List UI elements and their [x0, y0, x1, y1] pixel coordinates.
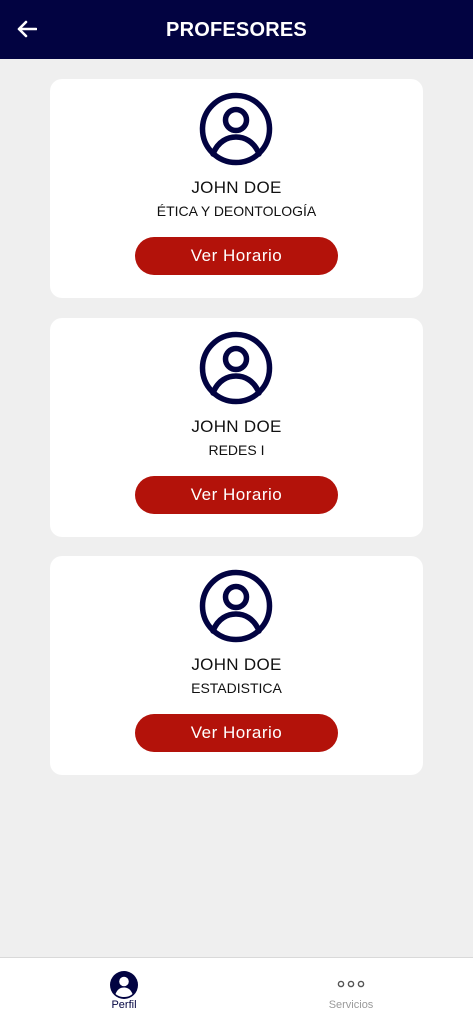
- professor-name: JOHN DOE: [191, 417, 282, 436]
- app-header: PROFESORES: [0, 0, 473, 59]
- course-name: ESTADISTICA: [191, 680, 282, 696]
- professor-card: JOHN DOE ÉTICA Y DEONTOLOGÍA Ver Horario: [50, 79, 423, 298]
- ver-horario-button[interactable]: Ver Horario: [135, 714, 338, 752]
- nav-label-perfil: Perfil: [111, 999, 137, 1011]
- page-title: PROFESORES: [166, 19, 307, 41]
- bottom-navigation: Perfil Servicios: [0, 957, 473, 1024]
- professor-card: JOHN DOE ESTADISTICA Ver Horario: [50, 556, 423, 775]
- user-circle-icon: [199, 92, 273, 166]
- arrow-left-icon: [17, 20, 37, 38]
- nav-item-perfil[interactable]: Perfil: [64, 958, 184, 1024]
- nav-label-servicios: Servicios: [328, 999, 374, 1011]
- professor-card: JOHN DOE REDES I Ver Horario: [50, 318, 423, 537]
- professor-name: JOHN DOE: [191, 655, 282, 674]
- back-button[interactable]: [14, 16, 40, 42]
- more-dots-icon: [337, 980, 365, 988]
- ver-horario-button[interactable]: Ver Horario: [135, 237, 338, 275]
- nav-item-servicios[interactable]: Servicios: [291, 958, 411, 1024]
- course-name: ÉTICA Y DEONTOLOGÍA: [156, 203, 317, 219]
- user-circle-icon: [199, 569, 273, 643]
- user-filled-icon: [110, 971, 138, 999]
- professor-name: JOHN DOE: [191, 178, 282, 197]
- ver-horario-button[interactable]: Ver Horario: [135, 476, 338, 514]
- course-name: REDES I: [208, 442, 265, 458]
- user-circle-icon: [199, 331, 273, 405]
